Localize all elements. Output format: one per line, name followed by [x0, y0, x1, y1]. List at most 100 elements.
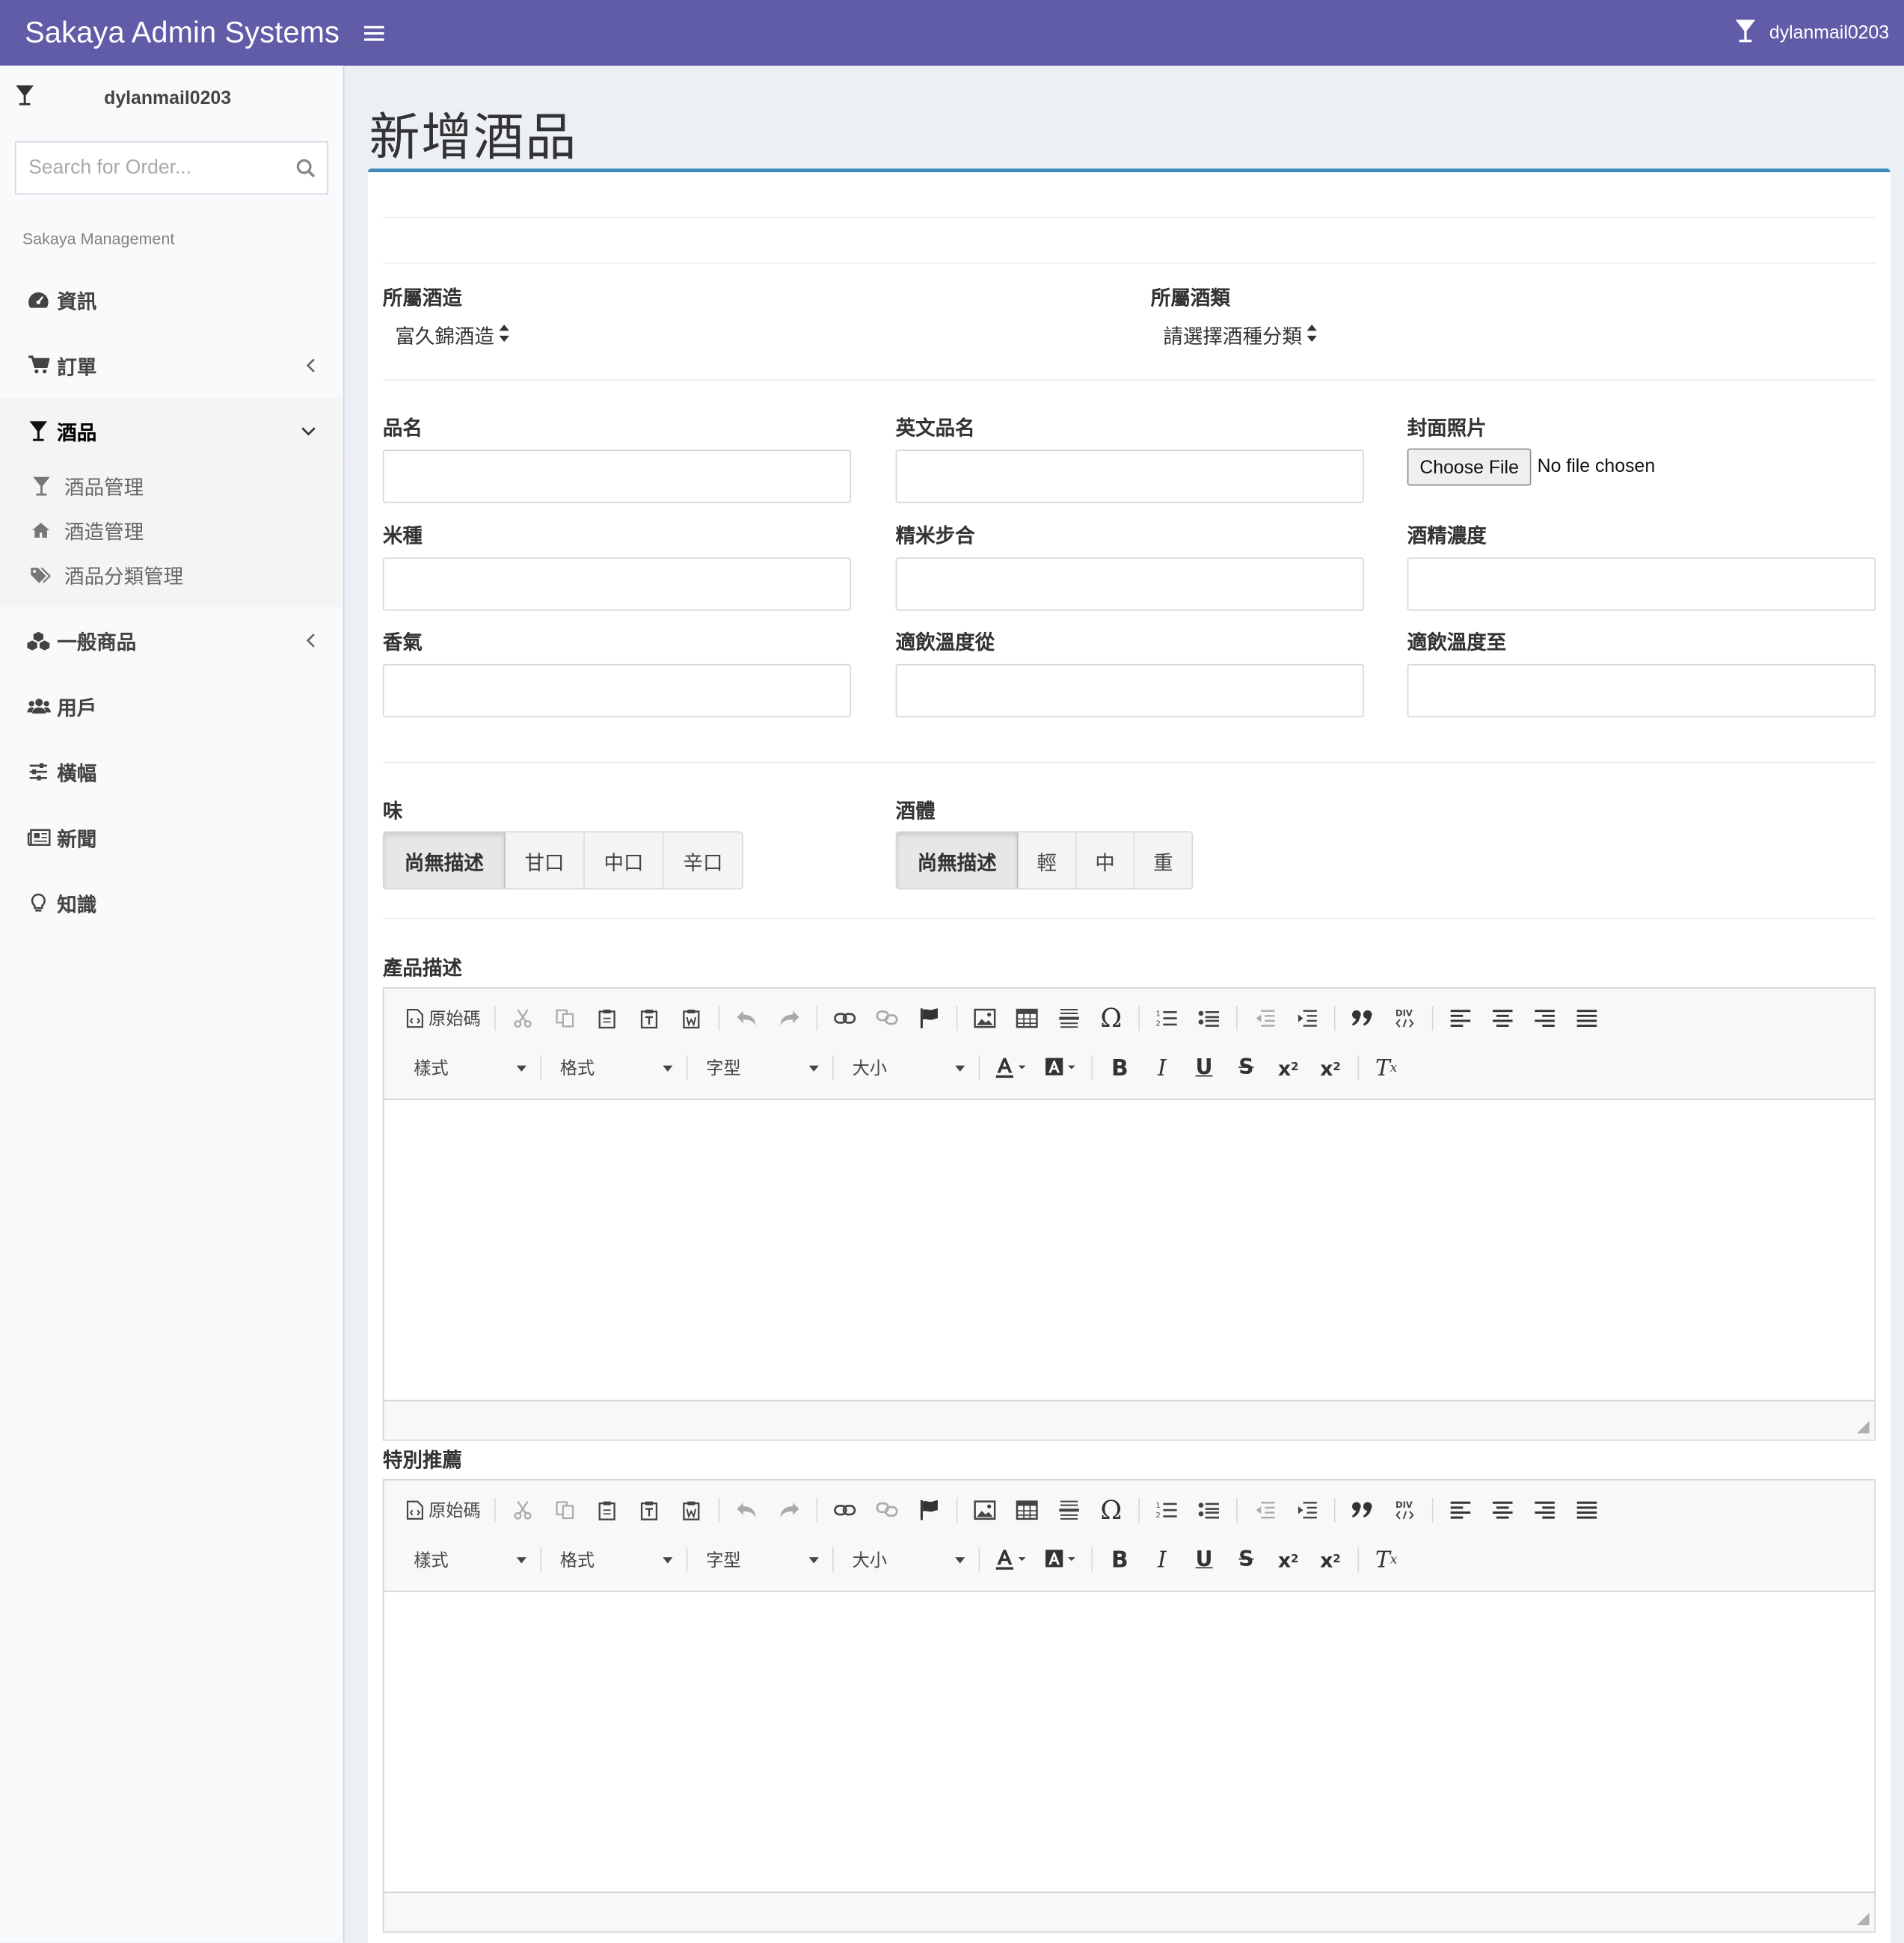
align-left-icon[interactable] — [1440, 1495, 1481, 1525]
undo-icon[interactable] — [726, 1004, 768, 1034]
align-right-icon[interactable] — [1523, 1004, 1565, 1034]
sidebar-item-info[interactable]: 資訊 — [0, 266, 343, 332]
styles-combo[interactable]: 樣式 — [402, 1545, 534, 1575]
remove-format-icon[interactable]: Tx — [1365, 1545, 1407, 1575]
blockquote-icon[interactable] — [1342, 1004, 1384, 1034]
resize-handle-icon[interactable] — [1857, 1912, 1870, 1926]
paste-word-icon[interactable] — [670, 1495, 712, 1525]
alcohol-input[interactable] — [1407, 557, 1876, 611]
align-left-icon[interactable] — [1440, 1004, 1481, 1034]
cut-icon[interactable] — [502, 1495, 544, 1525]
unlink-icon[interactable] — [866, 1495, 908, 1525]
sidebar-item-orders[interactable]: 訂單 — [0, 332, 343, 398]
align-justify-icon[interactable] — [1566, 1004, 1608, 1034]
anchor-flag-icon[interactable] — [908, 1004, 950, 1034]
outdent-icon[interactable] — [1244, 1004, 1286, 1034]
horizontal-rule-icon[interactable] — [1048, 1495, 1090, 1525]
background-color-icon[interactable] — [1036, 1053, 1085, 1083]
user-menu[interactable]: dylanmail0203 — [1734, 0, 1889, 66]
image-icon[interactable] — [964, 1495, 1006, 1525]
source-button[interactable]: 原始碼 — [402, 1004, 488, 1034]
link-icon[interactable] — [824, 1495, 866, 1525]
paste-text-icon[interactable] — [628, 1004, 670, 1034]
search-input[interactable] — [16, 142, 285, 194]
sidebar-item-banners[interactable]: 橫幅 — [0, 738, 343, 804]
size-combo[interactable]: 大小 — [840, 1053, 972, 1083]
search-icon[interactable] — [285, 142, 327, 193]
description-editor-body[interactable] — [384, 1099, 1875, 1400]
italic-icon[interactable]: I — [1141, 1053, 1183, 1083]
table-icon[interactable] — [1006, 1495, 1048, 1525]
format-combo[interactable]: 格式 — [547, 1545, 680, 1575]
numbered-list-icon[interactable]: 12 — [1146, 1004, 1188, 1034]
bold-icon[interactable]: B — [1099, 1545, 1140, 1575]
sidebar-subitem-sake-management[interactable]: 酒品管理 — [0, 464, 343, 509]
anchor-flag-icon[interactable] — [908, 1495, 950, 1525]
numbered-list-icon[interactable]: 12 — [1146, 1495, 1188, 1525]
underline-icon[interactable]: U — [1183, 1545, 1225, 1575]
align-center-icon[interactable] — [1481, 1004, 1523, 1034]
sidebar-subitem-category-management[interactable]: 酒品分類管理 — [0, 553, 343, 598]
bullet-list-icon[interactable] — [1188, 1004, 1230, 1034]
rice-input[interactable] — [382, 557, 851, 611]
sidebar-toggle-icon[interactable] — [364, 25, 384, 40]
brand-logo[interactable]: Sakaya Admin Systems — [0, 16, 344, 50]
sidebar-item-knowledge[interactable]: 知識 — [0, 870, 343, 936]
link-icon[interactable] — [824, 1004, 866, 1034]
table-icon[interactable] — [1006, 1004, 1048, 1034]
horizontal-rule-icon[interactable] — [1048, 1004, 1090, 1034]
text-color-icon[interactable] — [986, 1545, 1036, 1575]
text-color-icon[interactable] — [986, 1053, 1036, 1083]
sidebar-item-sake[interactable]: 酒品 — [0, 397, 343, 464]
source-button[interactable]: 原始碼 — [402, 1495, 488, 1525]
name-input[interactable] — [382, 449, 851, 503]
cut-icon[interactable] — [502, 1004, 544, 1034]
subscript-icon[interactable]: x2 — [1268, 1545, 1309, 1575]
bold-icon[interactable]: B — [1099, 1053, 1140, 1083]
resize-handle-icon[interactable] — [1857, 1420, 1870, 1434]
undo-icon[interactable] — [726, 1495, 768, 1525]
outdent-icon[interactable] — [1244, 1495, 1286, 1525]
copy-icon[interactable] — [544, 1004, 586, 1034]
subscript-icon[interactable]: x2 — [1268, 1053, 1309, 1083]
body-option[interactable]: 尚無描述 — [897, 832, 1019, 888]
align-justify-icon[interactable] — [1566, 1495, 1608, 1525]
align-right-icon[interactable] — [1523, 1495, 1565, 1525]
size-combo[interactable]: 大小 — [840, 1545, 972, 1575]
sidebar-item-news[interactable]: 新聞 — [0, 804, 343, 870]
image-icon[interactable] — [964, 1004, 1006, 1034]
sidebar-item-users[interactable]: 用戶 — [0, 672, 343, 738]
taste-option[interactable]: 尚無描述 — [384, 832, 506, 888]
italic-icon[interactable]: I — [1141, 1545, 1183, 1575]
aroma-input[interactable] — [382, 663, 851, 718]
div-container-icon[interactable]: DIV — [1384, 1495, 1425, 1525]
bullet-list-icon[interactable] — [1188, 1495, 1230, 1525]
body-option[interactable]: 輕 — [1018, 832, 1077, 888]
recommend-editor-body[interactable] — [384, 1591, 1875, 1892]
div-container-icon[interactable]: DIV — [1384, 1004, 1425, 1034]
superscript-icon[interactable]: x2 — [1309, 1545, 1351, 1575]
en-name-input[interactable] — [895, 449, 1364, 503]
background-color-icon[interactable] — [1036, 1545, 1085, 1575]
taste-option[interactable]: 中口 — [584, 832, 664, 888]
redo-icon[interactable] — [768, 1004, 810, 1034]
special-char-icon[interactable]: Ω — [1090, 1004, 1132, 1034]
paste-icon[interactable] — [586, 1495, 628, 1525]
remove-format-icon[interactable]: Tx — [1365, 1053, 1407, 1083]
copy-icon[interactable] — [544, 1495, 586, 1525]
brewery-select[interactable]: 富久錦酒造 — [395, 319, 509, 349]
strikethrough-icon[interactable]: S — [1225, 1545, 1267, 1575]
unlink-icon[interactable] — [866, 1004, 908, 1034]
sidebar-subitem-brewery-management[interactable]: 酒造管理 — [0, 508, 343, 553]
superscript-icon[interactable]: x2 — [1309, 1053, 1351, 1083]
indent-icon[interactable] — [1286, 1004, 1327, 1034]
redo-icon[interactable] — [768, 1495, 810, 1525]
paste-icon[interactable] — [586, 1004, 628, 1034]
taste-option[interactable]: 辛口 — [663, 832, 743, 888]
strikethrough-icon[interactable]: S — [1225, 1053, 1267, 1083]
styles-combo[interactable]: 樣式 — [402, 1053, 534, 1083]
polish-input[interactable] — [895, 557, 1364, 611]
align-center-icon[interactable] — [1481, 1495, 1523, 1525]
font-combo[interactable]: 字型 — [694, 1053, 826, 1083]
body-option[interactable]: 中 — [1076, 832, 1135, 888]
